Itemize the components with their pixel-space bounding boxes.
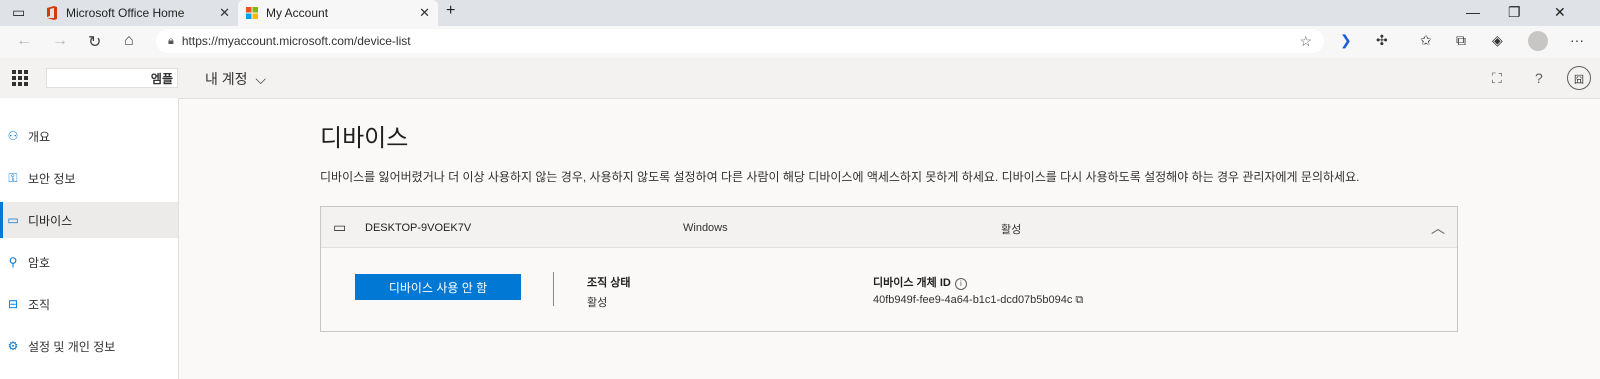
gear-icon: ⚙ (7, 339, 19, 353)
tab-office-home[interactable]: Microsoft Office Home ✕ (38, 0, 238, 26)
page-title: 디바이스 (320, 125, 409, 152)
briefcase-icon: ⊟ (7, 297, 19, 311)
favorites-icon[interactable]: ✩ (1420, 32, 1432, 49)
copilot-icon[interactable]: ❯ (1340, 32, 1352, 49)
device-card: ▭ DESKTOP-9VOEK7V Windows 활성 ︿ 디바이스 사용 안… (320, 206, 1458, 332)
restore-button[interactable]: ❐ (1508, 4, 1521, 21)
key-icon: ⚲ (8, 255, 18, 269)
app-launcher-icon[interactable] (12, 70, 28, 86)
org-state-label: 조직 상태 (587, 277, 631, 289)
sidebar-item-settings-privacy[interactable]: ⚙ 설정 및 개인 정보 (0, 328, 178, 364)
tab-close-icon[interactable]: ✕ (219, 5, 230, 21)
sidebar-item-label: 디바이스 (28, 213, 73, 228)
app-name-label: 내 계정 (205, 71, 248, 87)
object-id-label: 디바이스 개체 ID i (873, 274, 967, 290)
sidebar-item-devices[interactable]: ▭ 디바이스 (0, 202, 178, 238)
laptop-icon: ▭ (7, 213, 19, 227)
divider (553, 272, 554, 306)
collections-icon[interactable]: ⧉ (1456, 32, 1466, 49)
sidebar-item-label: 암호 (28, 255, 51, 270)
object-id-value: 40fb949f-fee9-4a64-b1c1-dcd07b5b094c ⧉ (873, 294, 1083, 307)
address-bar[interactable]: 🔒︎ https://myaccount.microsoft.com/devic… (156, 29, 1324, 53)
organization-chart-icon[interactable]: ⛶ (1492, 70, 1502, 87)
info-icon[interactable]: i (954, 278, 967, 290)
more-options-icon[interactable]: ··· (1570, 32, 1584, 48)
tab-actions-icon[interactable]: ▭ (12, 4, 25, 21)
refresh-icon[interactable]: ↻ (88, 32, 101, 52)
extensions-icon[interactable]: ✣ (1376, 32, 1388, 49)
security-info-icon: ⚿ (8, 170, 18, 185)
sidebar-item-organization[interactable]: ⊟ 조직 (0, 286, 178, 322)
org-state-value: 활성 (587, 297, 608, 309)
tab-title: Microsoft Office Home (66, 6, 185, 20)
object-id-label-text: 디바이스 개체 ID (873, 277, 951, 289)
minimize-button[interactable]: — (1466, 4, 1480, 20)
sidebar-item-label: 조직 (28, 297, 51, 312)
device-name: DESKTOP-9VOEK7V (365, 222, 472, 234)
device-os: Windows (683, 222, 728, 234)
copy-icon[interactable]: ⧉ (1075, 294, 1083, 306)
app-name[interactable]: 내 계정 ⌵ (205, 69, 266, 89)
object-id-text: 40fb949f-fee9-4a64-b1c1-dcd07b5b094c (873, 294, 1073, 306)
sidebar-item-label: 보안 정보 (28, 171, 76, 186)
sidebar-item-password[interactable]: ⚲ 암호 (0, 244, 178, 280)
forward-icon[interactable]: → (52, 32, 68, 50)
company-logo[interactable]: 엠플 (46, 68, 178, 88)
browser-profile-avatar[interactable] (1528, 31, 1548, 51)
tab-my-account[interactable]: My Account ✕ (238, 0, 438, 26)
tab-title: My Account (266, 6, 329, 20)
browser-toolbar: ← → ↻ ⌂ 🔒︎ https://myaccount.microsoft.c… (0, 26, 1600, 59)
logo-text: 엠플 (150, 71, 173, 86)
office-logo-icon (47, 6, 57, 20)
window-close-button[interactable]: ✕ (1554, 4, 1566, 21)
browser-essentials-icon[interactable]: ◈ (1492, 32, 1503, 49)
back-icon[interactable]: ← (16, 32, 32, 50)
browser-tab-strip: ▭ Microsoft Office Home ✕ My Account ✕ +… (0, 0, 1600, 26)
home-icon[interactable]: ⌂ (124, 32, 134, 50)
chevron-down-icon: ⌵ (255, 71, 267, 87)
lock-icon[interactable]: 🔒︎ (168, 35, 174, 48)
person-icon: ⚇ (7, 129, 19, 143)
page-description: 디바이스를 잃어버렸거나 더 이상 사용하지 않는 경우, 사용하지 않도록 설… (320, 170, 1360, 184)
laptop-icon: ▭ (333, 219, 347, 235)
sidebar-item-security-info[interactable]: ⚿ 보안 정보 (0, 160, 178, 196)
disable-device-button[interactable]: 디바이스 사용 안 함 (355, 274, 521, 300)
app-header: 엠플 내 계정 ⌵ ⛶ ? 囧 (0, 58, 1600, 99)
sidebar-item-overview[interactable]: ⚇ 개요 (0, 118, 178, 154)
microsoft-logo-icon (246, 7, 258, 19)
sidebar-item-label: 설정 및 개인 정보 (28, 339, 116, 354)
new-tab-button[interactable]: + (446, 2, 455, 20)
chevron-up-icon[interactable]: ︿ (1431, 218, 1445, 238)
device-card-header[interactable]: ▭ DESKTOP-9VOEK7V Windows 활성 ︿ (321, 207, 1457, 248)
url-text[interactable]: https://myaccount.microsoft.com/device-l… (182, 34, 1300, 48)
add-favorite-icon[interactable]: ☆ (1299, 33, 1312, 50)
help-icon[interactable]: ? (1535, 70, 1543, 86)
sidebar: ⚇ 개요 ⚿ 보안 정보 ▭ 디바이스 ⚲ 암호 ⊟ 조직 ⚙ 설정 및 개인 … (0, 98, 179, 379)
device-status: 활성 (1001, 224, 1022, 236)
account-avatar[interactable]: 囧 (1567, 66, 1591, 90)
tab-close-icon[interactable]: ✕ (419, 5, 430, 21)
sidebar-item-label: 개요 (28, 129, 51, 144)
